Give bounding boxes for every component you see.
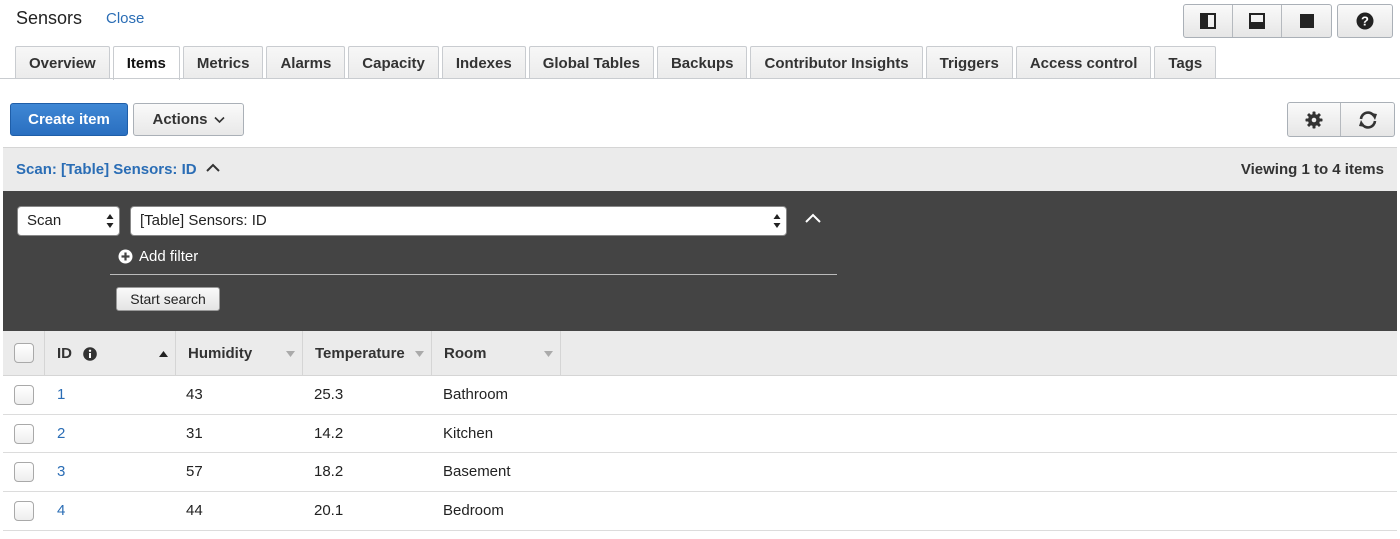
scan-title-link[interactable]: Scan: [Table] Sensors: ID <box>16 161 197 178</box>
row-room: Bathroom <box>443 386 509 403</box>
row-checkbox[interactable] <box>14 385 34 405</box>
tab-items[interactable]: Items <box>112 46 180 80</box>
row-checkbox[interactable] <box>14 501 34 522</box>
actions-label: Actions <box>152 111 208 128</box>
info-icon[interactable] <box>83 347 97 361</box>
row-id-link[interactable]: 1 <box>57 376 65 414</box>
select-arrows-icon <box>106 214 114 228</box>
tab-metrics[interactable]: Metrics <box>182 46 264 79</box>
create-item-label: Create item <box>28 111 110 128</box>
column-label-id: ID <box>57 345 72 362</box>
column-header-room[interactable]: Room <box>432 331 561 376</box>
scan-target-select[interactable]: [Table] Sensors: ID <box>130 206 787 236</box>
row-humidity: 43 <box>186 386 203 403</box>
row-id-link[interactable]: 2 <box>57 415 65 453</box>
tab-bar: Overview Items Metrics Alarms Capacity I… <box>15 46 1219 80</box>
column-header-humidity[interactable]: Humidity <box>176 331 303 376</box>
row-checkbox[interactable] <box>14 423 34 444</box>
row-humidity: 44 <box>186 502 203 520</box>
plus-circle-icon <box>118 249 133 264</box>
row-room: Basement <box>443 463 511 481</box>
collapse-panel-icon[interactable] <box>804 213 822 224</box>
table-row: 2 31 14.2 Kitchen <box>3 415 1397 454</box>
row-temperature: 25.3 <box>314 386 344 403</box>
layout-toggle-group <box>1183 4 1332 38</box>
sort-icon <box>544 351 553 357</box>
column-header-id[interactable]: ID <box>45 331 176 376</box>
table-row: 4 44 20.1 Bedroom <box>3 492 1397 531</box>
select-arrows-icon <box>773 214 781 228</box>
table-row: 1 43 25.3 Bathroom <box>3 376 1397 415</box>
scan-mode-value: Scan <box>27 212 62 229</box>
actions-dropdown-button[interactable]: Actions <box>133 103 244 136</box>
help-icon: ? <box>1356 12 1374 30</box>
row-id-link[interactable]: 4 <box>57 492 65 530</box>
row-humidity: 57 <box>186 463 203 481</box>
tab-tags[interactable]: Tags <box>1154 46 1217 79</box>
select-all-checkbox[interactable] <box>14 343 34 363</box>
table-row: 3 57 18.2 Basement <box>3 453 1397 493</box>
column-header-temperature[interactable]: Temperature <box>303 331 432 376</box>
tab-backups[interactable]: Backups <box>656 46 748 79</box>
row-checkbox[interactable] <box>14 462 34 483</box>
sort-icon <box>415 351 424 357</box>
sort-icon <box>286 351 295 357</box>
split-vertical-button[interactable] <box>1184 5 1233 37</box>
svg-text:?: ? <box>1361 14 1369 29</box>
full-screen-icon <box>1299 14 1314 28</box>
table-header: ID Humidity Temperature Room <box>3 331 1397 376</box>
row-id-link[interactable]: 3 <box>57 453 65 491</box>
tab-capacity[interactable]: Capacity <box>348 46 439 79</box>
tab-contributor-insights[interactable]: Contributor Insights <box>750 46 923 79</box>
tab-global-tables[interactable]: Global Tables <box>528 46 654 79</box>
help-button[interactable]: ? <box>1337 4 1393 38</box>
items-table: ID Humidity Temperature Room 1 43 25.3 B… <box>3 331 1397 531</box>
row-humidity: 31 <box>186 424 203 442</box>
row-room: Kitchen <box>443 424 494 442</box>
viewing-count: Viewing 1 to 4 items <box>1240 161 1384 178</box>
column-label-humidity: Humidity <box>188 345 253 362</box>
title-row: Sensors Close ? <box>0 0 1400 40</box>
add-filter-label: Add filter <box>139 248 199 265</box>
scan-panel: Scan [Table] Sensors: ID Add filter Star… <box>3 191 1397 331</box>
split-vertical-icon <box>1200 13 1216 29</box>
scan-target-value: [Table] Sensors: ID <box>140 212 267 229</box>
filter-divider <box>110 274 837 275</box>
row-temperature: 14.2 <box>314 424 344 442</box>
split-horizontal-button[interactable] <box>1233 5 1282 37</box>
page-title: Sensors <box>16 8 83 28</box>
chevron-up-icon[interactable] <box>205 162 221 173</box>
column-label-room: Room <box>444 345 487 362</box>
refresh-button[interactable] <box>1341 103 1394 136</box>
select-all-cell <box>3 331 45 376</box>
gear-icon <box>1305 111 1323 128</box>
row-temperature: 20.1 <box>314 502 344 520</box>
table-tools-group <box>1287 102 1395 137</box>
tab-access-control[interactable]: Access control <box>1015 46 1152 79</box>
row-temperature: 18.2 <box>314 463 344 481</box>
scan-mode-select[interactable]: Scan <box>17 206 120 236</box>
close-link[interactable]: Close <box>106 10 144 27</box>
tab-overview[interactable]: Overview <box>15 46 110 79</box>
tab-indexes[interactable]: Indexes <box>441 46 526 79</box>
full-screen-button[interactable] <box>1282 5 1331 37</box>
tab-alarms[interactable]: Alarms <box>266 46 346 79</box>
tab-triggers[interactable]: Triggers <box>925 46 1013 79</box>
settings-button[interactable] <box>1288 103 1341 136</box>
scan-header: Scan: [Table] Sensors: ID Viewing 1 to 4… <box>3 147 1397 191</box>
tabs-divider <box>0 78 1400 79</box>
start-search-button[interactable]: Start search <box>116 287 220 311</box>
add-filter-link[interactable]: Add filter <box>118 248 198 265</box>
split-horizontal-icon <box>1249 13 1265 29</box>
column-label-temperature: Temperature <box>315 345 405 362</box>
chevron-down-icon <box>213 116 225 123</box>
refresh-icon <box>1358 110 1377 129</box>
create-item-button[interactable]: Create item <box>10 103 128 136</box>
sort-ascending-icon <box>159 351 168 357</box>
row-room: Bedroom <box>443 502 504 520</box>
